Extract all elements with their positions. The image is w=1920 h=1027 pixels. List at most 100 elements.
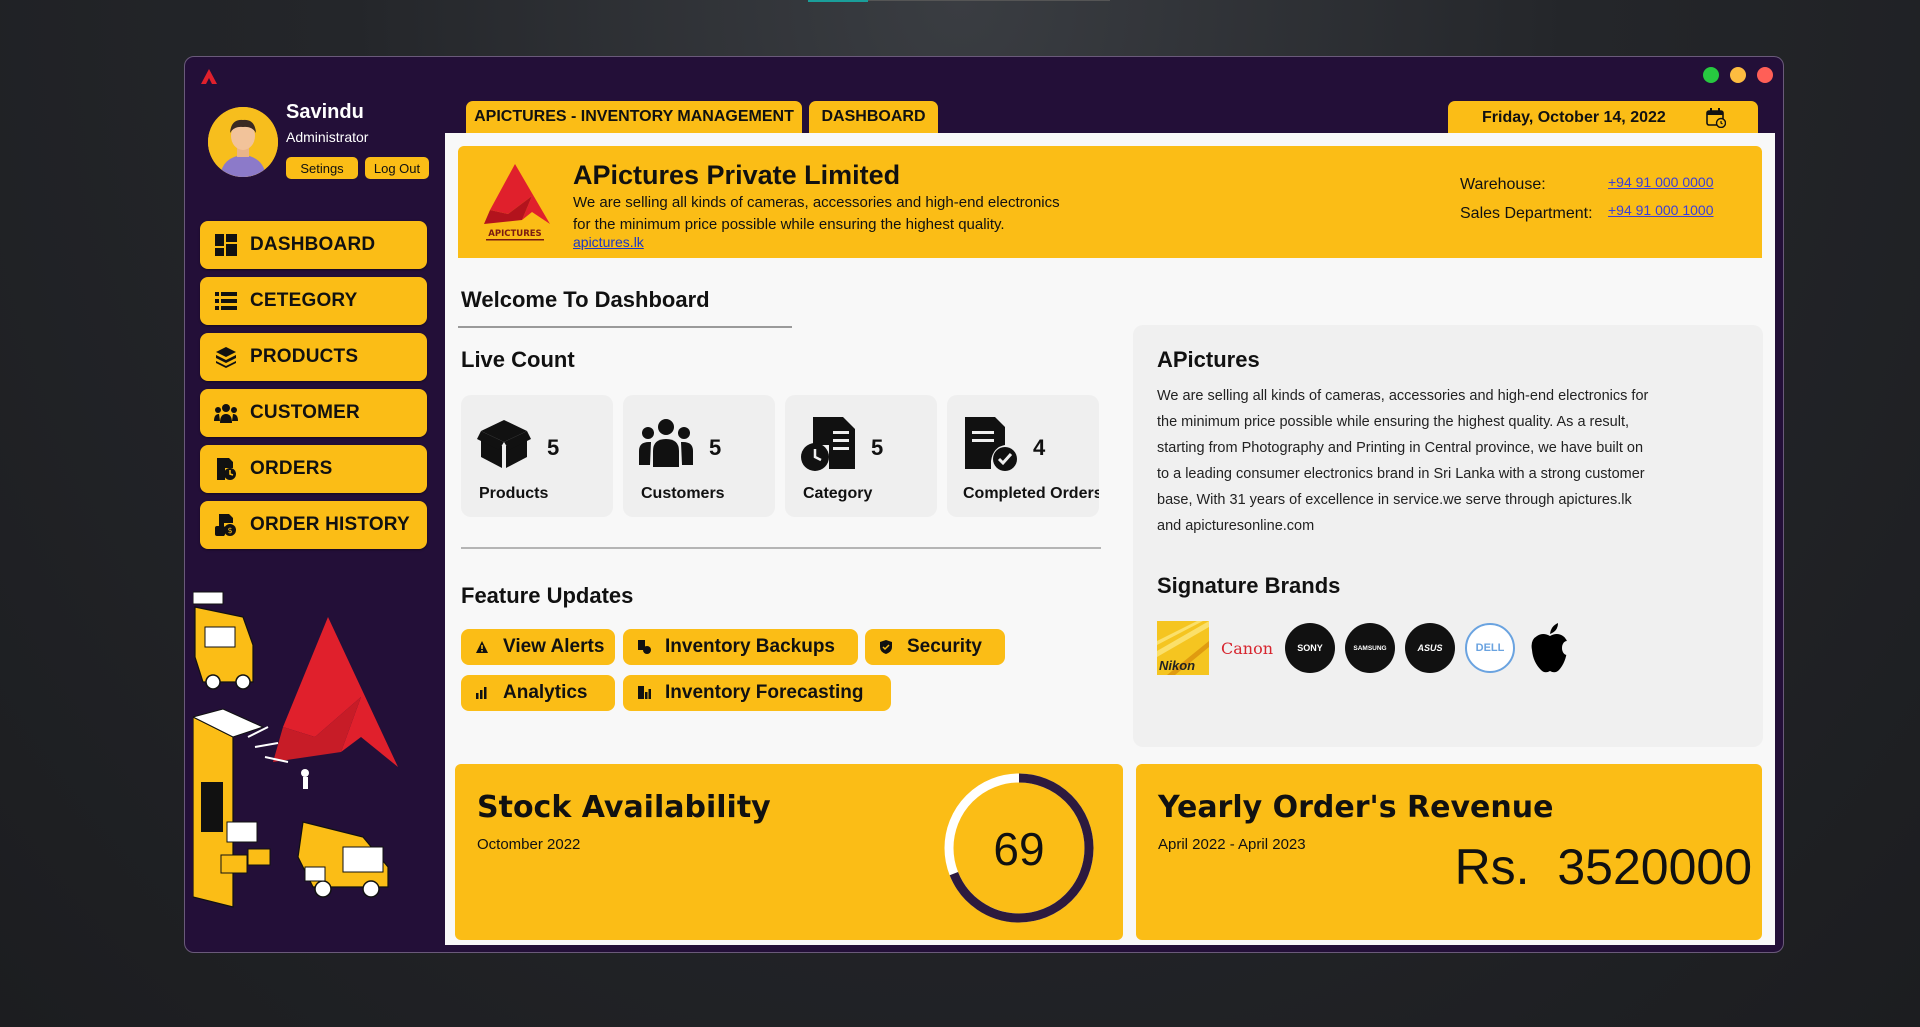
sidebar-item-order-history[interactable]: $ ORDER HISTORY	[200, 501, 427, 549]
date-label: Friday, October 14, 2022	[1482, 109, 1666, 126]
view-alerts-button[interactable]: View Alerts	[461, 629, 615, 665]
nikon-logo-icon: Nikon	[1157, 621, 1209, 675]
yearly-revenue-card: Yearly Order's Revenue April 2022 - Apri…	[1136, 764, 1762, 940]
company-description: We are selling all kinds of cameras, acc…	[573, 192, 1093, 236]
profile-name: Savindu	[286, 101, 364, 123]
brands-heading: Signature Brands	[1157, 573, 1341, 598]
warehouse-illustration	[193, 591, 398, 908]
stat-value: 5	[547, 435, 560, 460]
stock-value: 69	[993, 823, 1045, 875]
page-title: Welcome To Dashboard	[461, 287, 710, 312]
brand-logos: Nikon Canon SONY SAMSUNG ASUS DELL	[1157, 621, 1575, 675]
about-title: APictures	[1157, 347, 1260, 372]
stat-value: 5	[709, 435, 722, 460]
maximize-button[interactable]	[1703, 67, 1719, 83]
sales-phone-link[interactable]: +94 91 000 1000	[1608, 202, 1714, 218]
close-button[interactable]	[1757, 67, 1773, 83]
window-controls	[1703, 67, 1773, 83]
app-window: Savindu Administrator Setings Log Out DA…	[184, 56, 1784, 953]
stat-card-products[interactable]: 5 Products	[461, 395, 613, 517]
sidebar-item-orders[interactable]: ORDERS	[200, 445, 427, 493]
top-accent-line	[868, 0, 1110, 1]
forecast-icon	[637, 686, 651, 700]
security-button[interactable]: Security	[865, 629, 1005, 665]
file-clock-icon	[214, 457, 238, 481]
apple-logo-icon	[1525, 623, 1575, 673]
backup-icon	[637, 640, 651, 654]
sidebar-item-label: PRODUCTS	[250, 346, 359, 367]
stock-subtitle: Octomber 2022	[477, 836, 581, 853]
file-money-icon: $	[214, 513, 238, 537]
logout-button[interactable]: Log Out	[365, 157, 429, 179]
title-divider	[458, 326, 792, 328]
alert-icon	[475, 640, 489, 654]
sidebar-nav: DASHBOARD CETEGORY PRODUCTS CUSTOMER ORD…	[200, 221, 427, 557]
file-clock-icon	[801, 417, 855, 471]
sidebar-item-dashboard[interactable]: DASHBOARD	[200, 221, 427, 269]
samsung-logo-icon: SAMSUNG	[1345, 623, 1395, 673]
sidebar-item-label: CUSTOMER	[250, 402, 360, 423]
stat-label: Completed Orders	[963, 485, 1099, 502]
sales-label: Sales Department:	[1460, 205, 1593, 222]
inventory-forecasting-button[interactable]: Inventory Forecasting	[623, 675, 891, 711]
avatar	[208, 107, 278, 177]
bar-chart-icon	[475, 686, 489, 700]
stock-title: Stock Availability	[477, 790, 771, 825]
main-content: APICTURES APictures Private Limited We a…	[445, 133, 1775, 945]
sidebar-item-category[interactable]: CETEGORY	[200, 277, 427, 325]
sidebar-item-customer[interactable]: CUSTOMER	[200, 389, 427, 437]
stat-value: 5	[871, 435, 884, 460]
warehouse-phone-link[interactable]: +94 91 000 0000	[1608, 174, 1714, 190]
top-accent-bar	[808, 0, 868, 2]
users-icon	[214, 401, 238, 425]
minimize-button[interactable]	[1730, 67, 1746, 83]
live-count-heading: Live Count	[461, 347, 575, 372]
stat-label: Products	[479, 485, 549, 502]
sidebar-item-products[interactable]: PRODUCTS	[200, 333, 427, 381]
dashboard-icon	[214, 233, 238, 257]
canon-logo-icon: Canon	[1220, 638, 1274, 658]
about-text: We are selling all kinds of cameras, acc…	[1157, 388, 1649, 534]
feature-label: View Alerts	[503, 636, 605, 657]
calendar-icon[interactable]	[1706, 108, 1727, 133]
sidebar-item-label: CETEGORY	[250, 290, 358, 311]
company-title: APictures Private Limited	[573, 160, 901, 190]
stock-availability-card: Stock Availability Octomber 2022 69	[455, 764, 1123, 940]
section-divider	[461, 547, 1101, 549]
company-logo-icon: APICTURES	[484, 164, 550, 241]
company-desc-line: We are selling all kinds of cameras, acc…	[573, 194, 1060, 211]
app-logo-icon	[201, 69, 217, 84]
boxes-icon	[214, 345, 238, 369]
stat-label: Customers	[641, 485, 725, 502]
asus-logo-icon: ASUS	[1405, 623, 1455, 673]
company-banner: APICTURES APictures Private Limited We a…	[458, 146, 1762, 258]
stat-value: 4	[1033, 435, 1046, 460]
company-desc-line: for the minimum price possible while ens…	[573, 216, 1005, 233]
inventory-backups-button[interactable]: Inventory Backups	[623, 629, 858, 665]
analytics-button[interactable]: Analytics	[461, 675, 615, 711]
revenue-subtitle: April 2022 - April 2023	[1158, 836, 1306, 853]
brand-label: Nikon	[1159, 658, 1196, 673]
stat-card-completed-orders[interactable]: 4 Completed Orders	[947, 395, 1099, 517]
stat-card-customers[interactable]: 5 Customers	[623, 395, 775, 517]
list-icon	[214, 289, 238, 313]
warehouse-label: Warehouse:	[1460, 176, 1546, 193]
tab-dashboard[interactable]: DASHBOARD	[809, 101, 938, 133]
sony-logo-icon: SONY	[1285, 623, 1335, 673]
stat-card-category[interactable]: 5 Category	[785, 395, 937, 517]
users-icon	[639, 419, 693, 467]
settings-button[interactable]: Setings	[286, 157, 358, 179]
svg-text:$: $	[227, 526, 232, 535]
shield-icon	[879, 640, 893, 654]
feature-label: Inventory Backups	[665, 636, 835, 657]
sidebar-item-label: ORDER HISTORY	[250, 514, 410, 535]
feature-label: Analytics	[503, 682, 588, 703]
company-website-link[interactable]: apictures.lk	[573, 234, 644, 250]
user-avatar-icon	[208, 107, 278, 177]
tab-app-title[interactable]: APICTURES - INVENTORY MANAGEMENT	[466, 101, 802, 133]
revenue-value: Rs. 3520000	[1454, 839, 1752, 895]
company-logo-text: APICTURES	[488, 229, 541, 239]
date-display: Friday, October 14, 2022	[1448, 101, 1758, 135]
revenue-title: Yearly Order's Revenue	[1158, 790, 1554, 825]
stat-label: Category	[803, 485, 873, 502]
